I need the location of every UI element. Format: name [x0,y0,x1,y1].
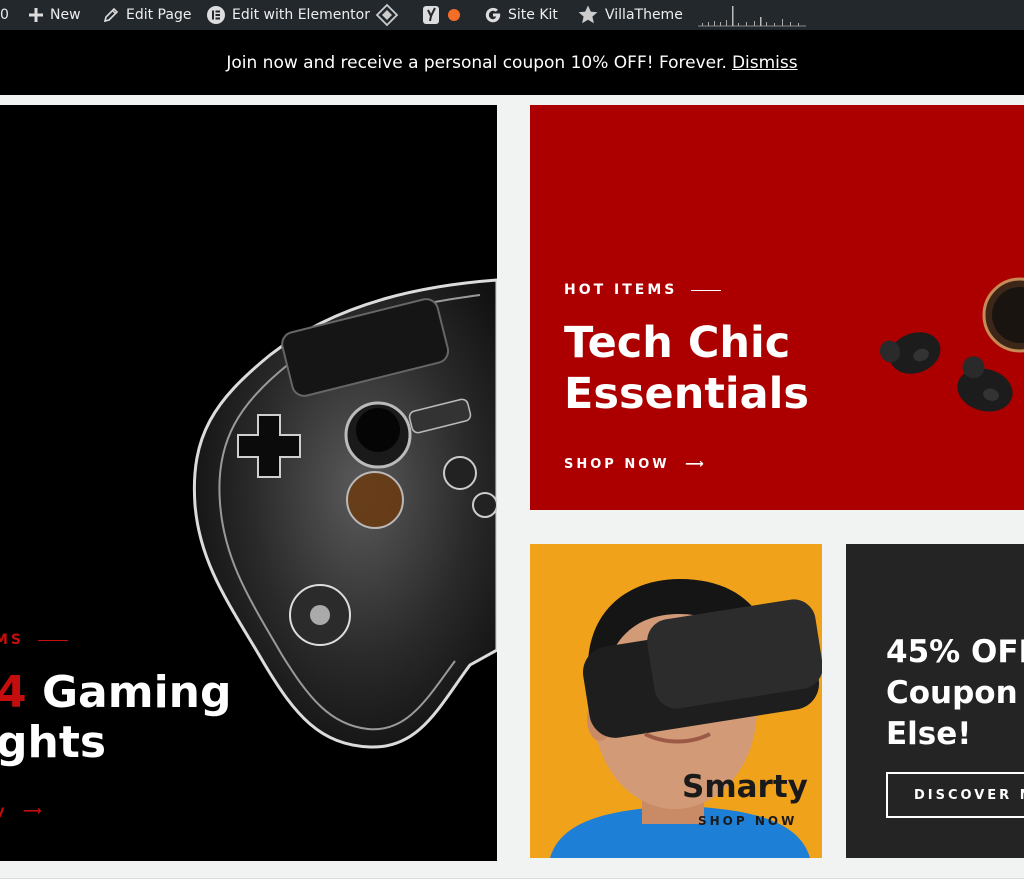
admin-edit-page-button[interactable]: Edit Page [102,0,191,30]
vr-headset-person-image [550,579,822,858]
coupon-headline-line3: Else! [886,716,972,752]
admin-elementor-label: Edit with Elementor [232,7,370,23]
arrow-right-icon: ⟶ [23,804,45,819]
admin-site-kit-label: Site Kit [508,7,558,23]
coupon-notice-bar: Join now and receive a personal coupon 1… [0,30,1024,95]
admin-villatheme-label: VillaTheme [605,7,683,23]
notice-text: Join now and receive a personal coupon 1… [226,52,727,73]
earbuds-image [879,277,1024,412]
smarty-banner[interactable]: Smarty SHOP NOW [530,544,822,858]
gaming-eyebrow-rule [38,639,69,641]
smarty-shop-link[interactable]: SHOP NOW [698,814,797,828]
diamond-icon [375,3,399,27]
gaming-shop-label: y [0,804,8,819]
tech-headline-line2: Essentials [564,369,809,419]
plus-icon [28,7,44,23]
google-g-icon [484,6,502,24]
admin-villatheme-button[interactable]: VillaTheme [577,0,683,30]
discover-now-button[interactable]: DISCOVER NO [886,772,1024,818]
gaming-headline-line2: ghts [0,717,107,768]
gaming-headline-line1: 4 Gaming [0,668,232,718]
admin-new-button[interactable]: New [28,0,81,30]
coupon-headline: 45% OFF Coupon 1 Else! [886,632,1024,755]
coupon-headline-line1: 45% OFF [886,634,1024,670]
discover-now-label: DISCOVER NO [914,787,1024,803]
admin-counter[interactable]: 0 [0,0,9,30]
gaming-headline: 4 Gaming ghts [0,668,232,768]
dismiss-link[interactable]: Dismiss [732,53,798,73]
tech-shop-label: SHOP NOW [564,457,670,472]
yoast-icon [422,4,442,26]
admin-yoast-menu[interactable] [422,0,460,30]
arrow-right-icon: ⟶ [685,457,707,472]
tech-eyebrow-rule [691,289,722,291]
stats-sparkline-icon [698,6,806,27]
admin-toolbar: 0 New Edit Page Edit with Elementor Site [0,0,1024,30]
gaming-headline-main: Gaming [26,667,232,718]
gaming-shop-link[interactable]: y ⟶ [0,804,45,819]
admin-new-label: New [50,7,81,23]
gaming-eyebrow: MS [0,632,69,648]
star-icon [577,4,599,26]
admin-site-kit-button[interactable]: Site Kit [484,0,558,30]
admin-stats-sparkline[interactable] [698,0,808,30]
tech-shop-link[interactable]: SHOP NOW ⟶ [564,457,707,472]
coupon-headline-line2: Coupon 1 [886,675,1024,711]
tech-headline-line1: Tech Chic [564,318,791,368]
tech-headline: Tech Chic Essentials [564,318,809,420]
smarty-title: Smarty [682,769,808,805]
admin-edit-page-label: Edit Page [126,7,192,23]
seo-status-dot-icon [448,9,460,21]
admin-counter-value: 0 [0,7,9,23]
admin-elementor-button[interactable]: Edit with Elementor [206,0,370,30]
coupon-banner: 45% OFF Coupon 1 Else! DISCOVER NO [846,544,1024,858]
gaming-headline-accent: 4 [0,667,27,718]
gaming-banner[interactable]: MS 4 Gaming ghts y ⟶ [0,105,497,861]
gaming-eyebrow-text: MS [0,632,25,648]
tech-eyebrow: HOT ITEMS [564,282,722,298]
tech-banner[interactable]: HOT ITEMS Tech Chic Essentials SHOP NOW … [530,105,1024,510]
elementor-icon [206,5,226,25]
pencil-icon [102,6,120,24]
tech-eyebrow-text: HOT ITEMS [564,282,678,298]
admin-diamond-menu[interactable] [375,0,399,30]
